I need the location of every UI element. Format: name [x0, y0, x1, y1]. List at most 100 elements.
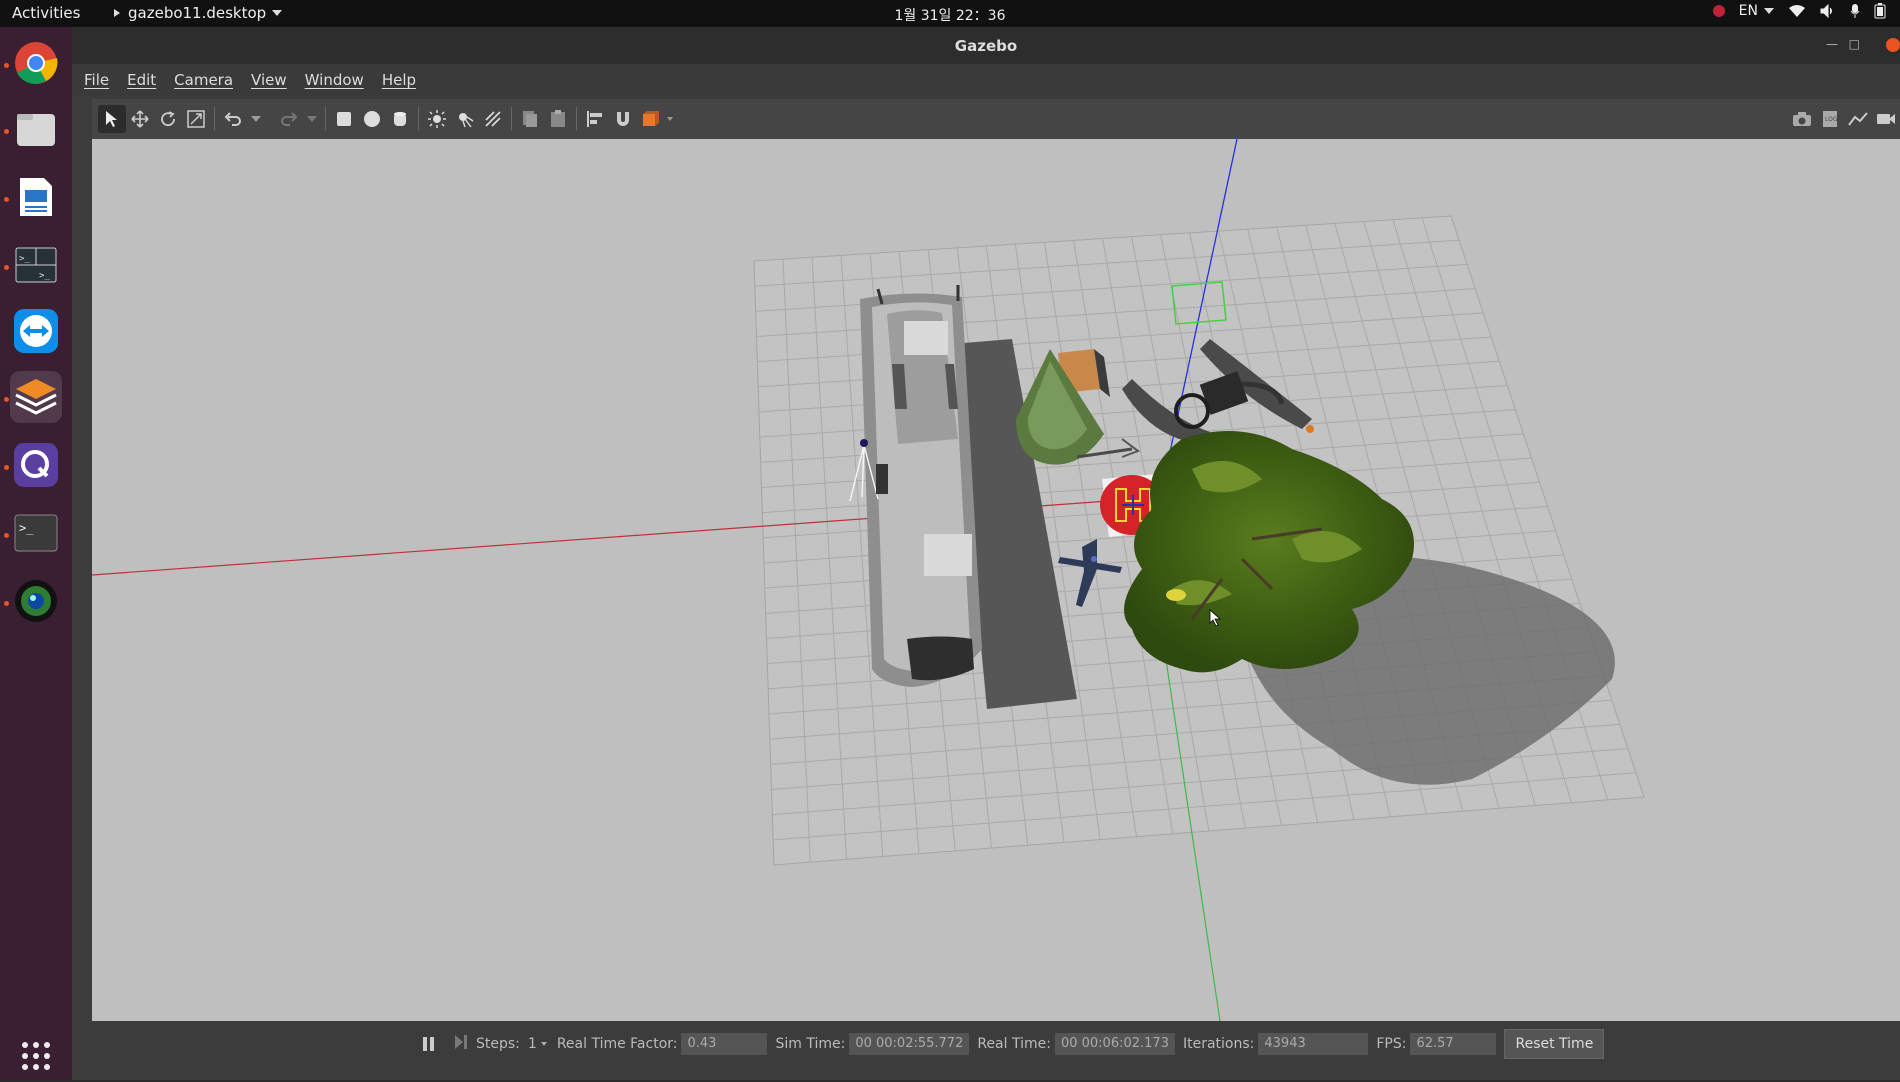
reset-time-button[interactable]: Reset Time	[1504, 1029, 1605, 1059]
paste-button[interactable]	[544, 105, 572, 133]
top-bar: Activities gazebo11.desktop 1월 31일 22：36…	[0, 0, 1900, 27]
select-mode-button[interactable]	[98, 105, 126, 133]
real-time-factor-field: 0.43	[681, 1033, 768, 1055]
qgroundcontrol-icon	[14, 443, 58, 487]
real-time-factor-label: Real Time Factor:	[556, 1036, 678, 1052]
paste-icon	[551, 110, 565, 127]
record-indicator-icon[interactable]	[1712, 5, 1725, 17]
dock-gazebo[interactable]	[10, 371, 62, 423]
terminal-split-icon: >_ >_	[15, 247, 57, 283]
pause-icon	[423, 1037, 434, 1051]
plot-button[interactable]	[1844, 105, 1872, 133]
dock-qgroundcontrol[interactable]	[10, 439, 62, 491]
cursor-arrow-icon	[106, 111, 117, 127]
dock-writer[interactable]	[10, 171, 62, 223]
scene-viewport[interactable]	[92, 139, 1900, 1021]
rotate-icon	[161, 111, 175, 127]
redo-history-button[interactable]	[303, 105, 321, 133]
menu-window[interactable]: Window	[305, 71, 364, 89]
camera-icon	[1793, 112, 1811, 126]
menu-bar: File Edit Camera View Window Help	[72, 64, 1900, 96]
chevron-down-icon	[307, 116, 317, 122]
spot-light-icon	[459, 113, 474, 128]
spot-light-button[interactable]	[451, 105, 479, 133]
dock-files[interactable]	[10, 103, 62, 155]
record-video-button[interactable]	[1872, 105, 1900, 133]
screenshot-button[interactable]	[1788, 105, 1816, 133]
cylinder-icon	[394, 112, 406, 126]
clock[interactable]: 1월 31일 22：36	[0, 5, 1900, 25]
microphone-icon[interactable]	[1850, 3, 1860, 19]
language-indicator[interactable]: EN	[1739, 3, 1774, 19]
cylinder-shape-button[interactable]	[386, 105, 414, 133]
scene-render[interactable]	[92, 139, 1900, 1021]
translate-mode-button[interactable]	[126, 105, 154, 133]
box-icon	[337, 112, 351, 126]
dock-terminal-split[interactable]: >_ >_	[10, 239, 62, 291]
language-label: EN	[1738, 3, 1758, 19]
log-button[interactable]: LOG	[1816, 105, 1844, 133]
maximize-icon[interactable]: □	[1849, 37, 1860, 51]
box-shape-button[interactable]	[330, 105, 358, 133]
directional-light-button[interactable]	[479, 105, 507, 133]
magnet-icon	[617, 112, 629, 126]
teamviewer-icon	[14, 309, 58, 353]
svg-text:LOG: LOG	[1825, 116, 1838, 123]
undo-history-button[interactable]	[247, 105, 265, 133]
log-icon: LOG	[1823, 111, 1838, 127]
dock-teamviewer[interactable]	[10, 305, 62, 357]
change-view-button[interactable]	[637, 105, 665, 133]
menu-camera[interactable]: Camera	[174, 71, 233, 89]
snap-button[interactable]	[609, 105, 637, 133]
plot-icon	[1848, 112, 1868, 126]
real-time-label: Real Time:	[977, 1036, 1051, 1052]
menu-file[interactable]: File	[84, 71, 109, 89]
title-bar: Gazebo — □	[72, 27, 1900, 64]
battery-icon[interactable]	[1874, 3, 1886, 19]
status-bar: Steps: 1 Real Time Factor: 0.43 Sim Time…	[92, 1021, 1900, 1067]
redo-button[interactable]	[275, 105, 303, 133]
window-title: Gazebo	[954, 37, 1018, 55]
wifi-icon[interactable]	[1788, 4, 1806, 18]
scale-icon	[187, 110, 205, 128]
copy-icon	[523, 111, 537, 127]
sim-time-field: 00 00:02:55.772	[849, 1033, 970, 1055]
align-button[interactable]	[581, 105, 609, 133]
chevron-down-icon	[1764, 8, 1774, 14]
fps-field: 62.57	[1410, 1033, 1497, 1055]
step-button[interactable]	[454, 1034, 468, 1054]
dock-camera-app[interactable]	[10, 575, 62, 627]
svg-text:>_: >_	[39, 271, 50, 281]
copy-button[interactable]	[516, 105, 544, 133]
gazebo-window: Gazebo — □ File Edit Camera View Window …	[72, 27, 1900, 1080]
chevron-down-icon	[540, 1042, 547, 1046]
show-apps-icon	[22, 1042, 50, 1070]
steps-spinbox[interactable]: 1	[528, 1036, 547, 1052]
menu-view[interactable]: View	[251, 71, 287, 89]
menu-edit[interactable]: Edit	[127, 71, 156, 89]
terminal-icon: >_	[14, 514, 58, 552]
video-camera-icon	[1877, 114, 1895, 124]
system-tray[interactable]: EN	[1712, 3, 1886, 19]
volume-icon[interactable]	[1820, 4, 1836, 18]
dock-show-apps[interactable]	[10, 1030, 62, 1082]
minimize-icon[interactable]: —	[1826, 37, 1838, 51]
menu-help[interactable]: Help	[382, 71, 416, 89]
camera-app-icon	[15, 580, 57, 622]
close-icon[interactable]	[1886, 38, 1900, 52]
sphere-shape-button[interactable]	[358, 105, 386, 133]
dock-chrome[interactable]	[10, 37, 62, 89]
sphere-icon	[364, 111, 380, 127]
chevron-down-icon	[251, 116, 261, 122]
dock-terminal[interactable]: >_	[10, 507, 62, 559]
change-view-dropdown[interactable]	[665, 105, 675, 133]
undo-button[interactable]	[219, 105, 247, 133]
pause-button[interactable]	[422, 1036, 436, 1052]
iterations-label: Iterations:	[1182, 1036, 1255, 1052]
point-light-button[interactable]	[423, 105, 451, 133]
real-time-field: 00 00:06:02.173	[1054, 1033, 1175, 1055]
gazebo-icon	[15, 379, 57, 415]
scale-mode-button[interactable]	[182, 105, 210, 133]
move-icon	[131, 110, 149, 128]
rotate-mode-button[interactable]	[154, 105, 182, 133]
